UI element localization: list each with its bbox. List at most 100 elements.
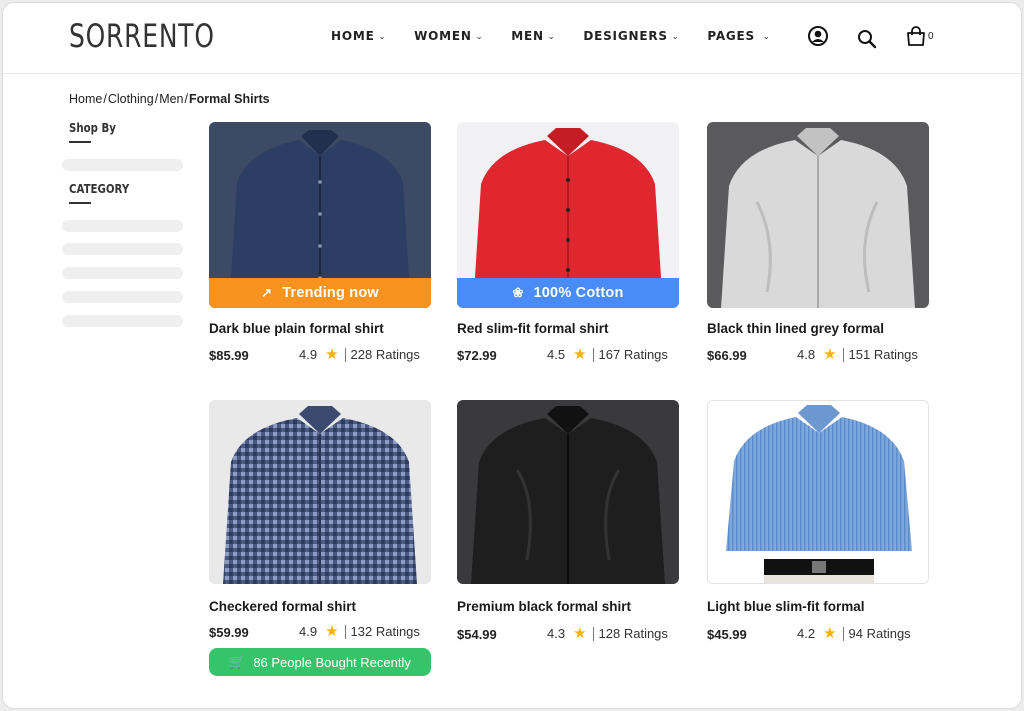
product-price: $59.99: [209, 625, 249, 640]
category-placeholder: [62, 291, 183, 303]
badge-label: 100% Cotton: [533, 285, 624, 301]
trending-badge: ↗ Trending now: [209, 278, 431, 308]
shirt-image: [457, 400, 679, 584]
chevron-down-icon: ⌄: [378, 31, 387, 41]
star-icon: ★: [325, 346, 339, 363]
breadcrumb-clothing[interactable]: Clothing: [108, 92, 154, 106]
category-placeholder: [62, 220, 183, 232]
product-image[interactable]: ↗ Trending now: [209, 122, 431, 308]
rating-value: 4.8: [797, 347, 816, 362]
category-placeholder: [62, 267, 183, 279]
rating-divider: [344, 624, 346, 639]
rating-divider: [842, 626, 844, 641]
cotton-badge: ❀ 100% Cotton: [457, 278, 679, 308]
product-rating: 4.2 ★ 94 Ratings: [797, 626, 911, 641]
shirt-image: [707, 122, 929, 308]
nav-label: WOMEN: [414, 29, 472, 43]
breadcrumb: Home / Clothing / Men / Formal Shirts: [69, 92, 270, 106]
product-image[interactable]: [457, 400, 679, 584]
shirt-image: [209, 400, 431, 584]
trending-up-icon: ↗: [261, 285, 273, 300]
product-price: $72.99: [457, 348, 497, 363]
category-title: CATEGORY: [69, 182, 130, 196]
product-price: $66.99: [707, 348, 747, 363]
category-placeholder: [62, 315, 183, 327]
page-frame: SORRENTO HOME ⌄ WOMEN ⌄ MEN ⌄ DESIGNERS ⌄ PA…: [2, 2, 1022, 709]
product-name[interactable]: Checkered formal shirt: [209, 599, 356, 614]
breadcrumb-separator: /: [184, 92, 188, 106]
rating-value: 4.9: [299, 624, 318, 639]
product-rating: 4.5 ★ 167 Ratings: [547, 347, 668, 362]
product-price: $45.99: [707, 627, 747, 642]
category-placeholder: [62, 243, 183, 255]
chevron-down-icon: ⌄: [547, 31, 556, 41]
rating-value: 4.9: [299, 347, 318, 362]
nav-label: HOME: [331, 29, 375, 43]
product-name[interactable]: Light blue slim-fit formal: [707, 599, 865, 614]
product-name[interactable]: Red slim-fit formal shirt: [457, 321, 609, 336]
nav-item-designers[interactable]: DESIGNERS ⌄: [583, 29, 679, 43]
product-price: $85.99: [209, 348, 249, 363]
product-rating: 4.3 ★ 128 Ratings: [547, 626, 668, 641]
chevron-down-icon: ⌄: [763, 31, 771, 41]
chevron-down-icon: ⌄: [475, 31, 484, 41]
nav-item-pages[interactable]: PAGES ⌄: [707, 29, 770, 43]
shop-by-title: Shop By: [69, 121, 116, 135]
product-image[interactable]: [209, 400, 431, 584]
brand-logo[interactable]: SORRENTO: [69, 17, 215, 55]
main-nav: HOME ⌄ WOMEN ⌄ MEN ⌄ DESIGNERS ⌄ PAGES ⌄: [331, 29, 799, 43]
star-icon: ★: [823, 625, 837, 642]
rating-value: 4.2: [797, 626, 816, 641]
nav-item-home[interactable]: HOME ⌄: [331, 29, 386, 43]
breadcrumb-separator: /: [103, 92, 107, 106]
product-rating: 4.8 ★ 151 Ratings: [797, 347, 918, 362]
ratings-count: 151 Ratings: [848, 347, 918, 362]
site-header: SORRENTO HOME ⌄ WOMEN ⌄ MEN ⌄ DESIGNERS ⌄ PA…: [3, 3, 1021, 74]
rating-divider: [344, 347, 346, 362]
rating-divider: [592, 626, 594, 641]
nav-label: DESIGNERS: [583, 29, 668, 43]
nav-item-women[interactable]: WOMEN ⌄: [414, 29, 483, 43]
cart-icon[interactable]: [905, 25, 927, 47]
ratings-count: 228 Ratings: [350, 347, 420, 362]
rating-divider: [592, 347, 594, 362]
rating-divider: [842, 347, 844, 362]
ratings-count: 167 Ratings: [598, 347, 668, 362]
product-image[interactable]: [707, 400, 929, 584]
rating-value: 4.3: [547, 626, 566, 641]
star-icon: ★: [823, 346, 837, 363]
product-name[interactable]: Premium black formal shirt: [457, 599, 631, 614]
product-rating: 4.9 ★ 132 Ratings: [299, 624, 420, 639]
search-icon[interactable]: [856, 28, 878, 50]
recent-purchases-badge: 🛒 86 People Bought Recently: [209, 648, 431, 676]
breadcrumb-men[interactable]: Men: [159, 92, 183, 106]
product-image[interactable]: ❀ 100% Cotton: [457, 122, 679, 308]
product-price: $54.99: [457, 627, 497, 642]
star-icon: ★: [325, 623, 339, 640]
nav-label: MEN: [511, 29, 544, 43]
star-icon: ★: [573, 625, 587, 642]
product-rating: 4.9 ★ 228 Ratings: [299, 347, 420, 362]
ratings-count: 128 Ratings: [598, 626, 668, 641]
title-underline: [69, 202, 91, 204]
rating-value: 4.5: [547, 347, 566, 362]
shirt-image: [708, 401, 928, 583]
chevron-down-icon: ⌄: [671, 31, 680, 41]
product-name[interactable]: Black thin lined grey formal: [707, 321, 884, 336]
cart-count-badge: 0: [928, 31, 934, 42]
nav-item-men[interactable]: MEN ⌄: [511, 29, 555, 43]
title-underline: [69, 141, 91, 143]
badge-label: Trending now: [282, 285, 379, 301]
filter-placeholder: [62, 159, 183, 171]
nav-label: PAGES: [707, 29, 755, 43]
star-icon: ★: [573, 346, 587, 363]
ratings-count: 94 Ratings: [848, 626, 911, 641]
breadcrumb-home[interactable]: Home: [69, 92, 102, 106]
user-icon[interactable]: [807, 25, 829, 47]
breadcrumb-current: Formal Shirts: [189, 92, 270, 106]
ratings-count: 132 Ratings: [350, 624, 420, 639]
product-name[interactable]: Dark blue plain formal shirt: [209, 321, 384, 336]
cart-icon: 🛒: [229, 654, 246, 669]
product-image[interactable]: [707, 122, 929, 308]
breadcrumb-separator: /: [154, 92, 159, 106]
